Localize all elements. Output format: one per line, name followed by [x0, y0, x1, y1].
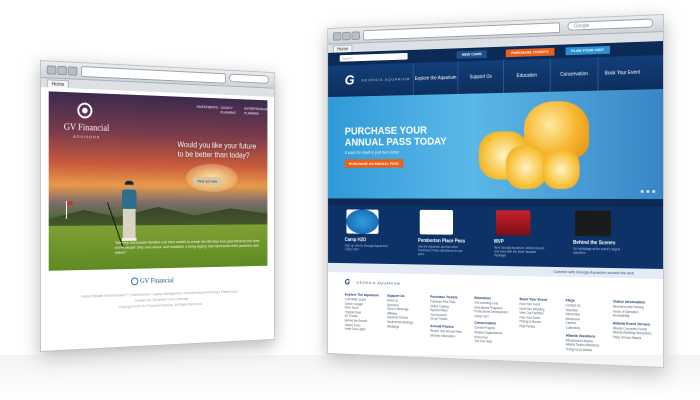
news-card-mvp[interactable]: MVP New Georgia Aquarium, Atlanta Braves… — [492, 206, 563, 267]
reload-button[interactable] — [67, 66, 78, 76]
jellyfish-image — [470, 100, 599, 194]
footer-link[interactable]: Group Tickets — [430, 317, 469, 323]
nav-education[interactable]: Education — [503, 58, 550, 93]
gv-quote: "We help successful families use their w… — [114, 238, 260, 255]
footer-column: Visitor Information Directions and Parkin… — [613, 300, 655, 355]
footer-columns: Explore The Aquarium Cold Water Quest Ocea… — [345, 293, 655, 355]
gv-footer: Guided Wealth Transformation™ | Investme… — [79, 289, 239, 312]
nav-book-event[interactable]: Book Your Event — [597, 55, 647, 91]
gv-footer-logo-icon — [131, 277, 139, 286]
hero-title: PURCHASE YOUR ANNUAL PASS TODAY — [344, 124, 447, 149]
news-cards: Camp H2O Sign up now for Georgia Aquariu… — [328, 205, 664, 269]
ga-logo-icon[interactable]: G — [345, 72, 355, 88]
gv-logo-sub: ADVISORS — [73, 133, 101, 140]
nav-conservation[interactable]: Conservation — [549, 57, 598, 92]
gv-logo-name: GV Financial — [63, 121, 110, 133]
carousel-dots[interactable] — [640, 190, 656, 193]
footer-link[interactable]: You Can Help — [474, 339, 514, 345]
pemberton-thumb — [419, 209, 454, 235]
google-search-field[interactable]: Google — [567, 18, 654, 31]
footer-link[interactable]: Things to do Atlanta — [566, 347, 607, 353]
georgia-aquarium-browser-window: Google Home Search NEW CAMS PURCHASE TIC… — [327, 14, 664, 368]
browser-search-field[interactable] — [229, 73, 270, 84]
news-card-behind-scenes[interactable]: Behind the Scenes Go backstage at the wo… — [571, 207, 645, 269]
hero-subtitle: It pays for itself in just two visits! — [344, 149, 400, 155]
floor-reflection — [0, 355, 700, 400]
ga-footer-logo-icon[interactable]: G — [345, 278, 350, 286]
gv-page: GV Financial ADVISORS INVESTMENTS LEGACY… — [40, 87, 274, 351]
footer-link[interactable]: Hotel Love Lights — [345, 327, 382, 333]
ga-footer-logo-text: GEORGIA AQUARIUM — [356, 280, 401, 286]
back-button[interactable] — [333, 32, 342, 41]
gv-nav-investments[interactable]: INVESTMENTS — [197, 105, 218, 115]
plan-your-visit-button[interactable]: PLAN YOUR VISIT — [565, 45, 610, 56]
nav-support-us[interactable]: Support Us — [457, 60, 504, 94]
find-out-how-button[interactable]: Find out how — [193, 176, 222, 186]
ga-hero-banner: PURCHASE YOUR ANNUAL PASS TODAY It pays … — [328, 89, 664, 199]
new-cams-button[interactable]: NEW CAMS — [456, 50, 488, 59]
gv-financial-browser-window: Home GV Financial ADVISORS INVESTMENTS L… — [40, 60, 275, 352]
footer-column: FAQs Contact Us Volunteer Internships Newsro… — [566, 298, 607, 353]
ga-search-input[interactable]: Search — [339, 52, 408, 62]
showcase-scene: Home GV Financial ADVISORS INVESTMENTS L… — [0, 0, 700, 400]
ga-logo-text: GEORGIA AQUARIUM — [361, 76, 411, 83]
purchase-annual-pass-button[interactable]: PURCHASE AN ANNUAL PASS — [344, 159, 404, 168]
forward-button[interactable] — [342, 31, 351, 41]
reload-button[interactable] — [351, 31, 360, 41]
gv-nav-entrepreneurial[interactable]: ENTREPRENEURIAL PLANNING — [244, 107, 267, 117]
footer-column: Explore The Aquarium Cold Water Quest Ocea… — [345, 293, 382, 345]
news-card-camp-h2o[interactable]: Camp H2O Sign up now for Georgia Aquariu… — [343, 206, 409, 265]
golf-flag-icon — [65, 201, 67, 219]
footer-link[interactable]: Collections — [566, 326, 607, 332]
gv-headline: Would you like your future to be better … — [177, 140, 257, 160]
gv-logo-mark-icon — [77, 102, 93, 119]
back-button[interactable] — [46, 65, 57, 75]
behind-scenes-thumb — [574, 210, 611, 237]
forward-button[interactable] — [57, 65, 67, 76]
footer-column: Support Us About Us Sponsors Store & Bevera… — [387, 294, 425, 346]
mvp-thumb — [495, 210, 531, 236]
footer-column: Purchase Tickets Purchase Plus Pass Online… — [430, 295, 469, 348]
footer-column: Education The Learning Loop Educational Pr… — [474, 296, 514, 349]
news-card-pemberton[interactable]: Pemberton Place Pass See the Aquarium an… — [416, 206, 485, 266]
footer-link[interactable]: Weddings — [387, 324, 425, 330]
ga-page: Search NEW CAMS PURCHASE TICKETS PLAN YO… — [328, 41, 664, 367]
gv-nav: INVESTMENTS LEGACY PLANNING ENTREPRENEUR… — [197, 105, 268, 117]
gv-nav-legacy[interactable]: LEGACY PLANNING — [221, 106, 240, 116]
footer-link[interactable]: Accessibility — [613, 314, 655, 320]
purchase-tickets-button[interactable]: PURCHASE TICKETS — [505, 47, 555, 58]
gv-hero-banner: GV Financial ADVISORS INVESTMENTS LEGACY… — [48, 91, 268, 271]
ga-footer: G GEORGIA AQUARIUM Explore The Aquarium C… — [328, 272, 664, 367]
footer-link[interactable]: Past Parties — [519, 324, 560, 330]
footer-column: Book Your Event Host Your Event Host Your … — [519, 297, 560, 351]
footer-link[interactable]: Camp H2O — [474, 314, 514, 320]
footer-link[interactable]: Member Information — [430, 333, 469, 339]
gv-footer-logo[interactable]: GV Financial — [131, 271, 193, 290]
nav-explore[interactable]: Explore the Aquarium — [412, 61, 458, 96]
camp-h2o-thumb — [346, 209, 379, 234]
gv-logo[interactable]: GV Financial ADVISORS — [58, 102, 114, 151]
